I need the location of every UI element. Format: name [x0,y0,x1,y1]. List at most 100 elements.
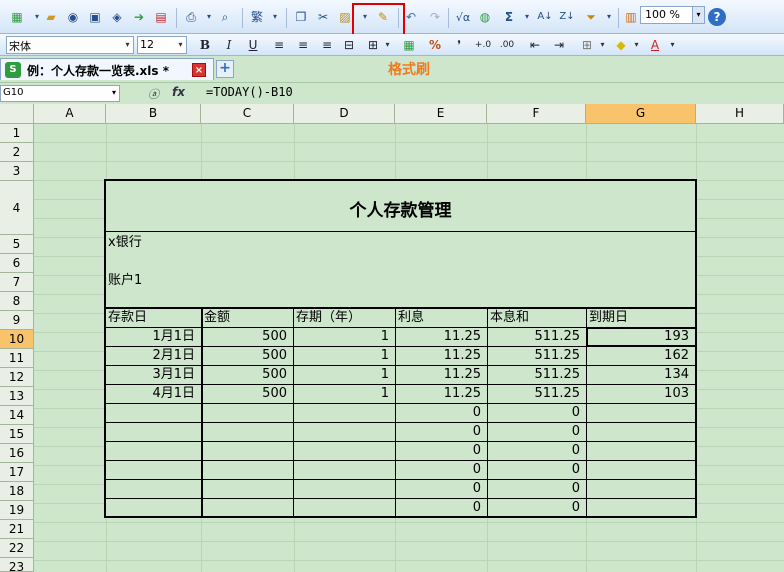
row-header[interactable]: 7 [0,273,34,292]
new-workbook-icon[interactable]: ▦ [8,8,26,26]
zoom-combobox[interactable]: 100 % [640,6,698,24]
column-header-c[interactable]: C [201,104,294,124]
formula-input[interactable]: =TODAY()-B10 [206,85,293,99]
column-header-d[interactable]: D [294,104,395,124]
row-header[interactable]: 10 [0,330,34,349]
column-header-a[interactable]: A [34,104,106,124]
font-name-combobox[interactable]: 宋体 [6,36,134,54]
hyperlink-icon[interactable]: ◍ [476,8,494,26]
comma-style-button[interactable]: ❜ [450,37,468,53]
align-center-icon[interactable]: ≡ [294,37,312,53]
help-icon[interactable]: ? [708,8,726,26]
table-cell[interactable]: 0 [488,423,586,441]
row-header[interactable]: 4 [0,181,34,235]
table-cell[interactable]: 4月1日 [106,385,201,403]
row-header[interactable]: 21 [0,520,34,539]
borders-icon[interactable]: ⊞ [578,37,596,53]
cut-icon[interactable]: ✂ [314,8,332,26]
table-cell[interactable]: 11.25 [396,385,487,403]
row-header[interactable]: 5 [0,235,34,254]
export-pdf-icon[interactable]: ▤ [152,8,170,26]
row-header[interactable]: 6 [0,254,34,273]
table-cell[interactable]: 1月1日 [106,328,201,346]
table-cell[interactable]: 500 [203,385,293,403]
table-cell[interactable]: 1 [294,385,395,403]
currency-icon[interactable]: ▦ [400,37,418,53]
row-header[interactable]: 19 [0,501,34,520]
column-header-b[interactable]: B [106,104,201,124]
increase-decimal-button[interactable]: +.0 [474,37,492,53]
merge-cells-icon[interactable]: ⊟ [340,37,358,53]
table-cell[interactable]: 500 [203,366,293,384]
insert-function-icon[interactable]: √α [454,8,472,26]
save-icon[interactable]: ▣ [86,8,104,26]
zoom-formula-icon[interactable]: ⓐ [148,86,159,102]
chart-icon[interactable]: ▥ [622,8,640,26]
increase-indent-icon[interactable]: ⇥ [550,37,568,53]
print-preview-icon[interactable]: ⌕ [216,8,234,26]
table-cell[interactable]: 0 [488,442,586,460]
table-cell[interactable]: 0 [488,480,586,498]
traditional-dropdown-icon[interactable]: ▾ [266,8,284,26]
traditional-chinese-icon[interactable]: 繁 [248,8,266,26]
underline-button[interactable]: U [244,37,262,53]
select-all-corner[interactable] [0,104,34,124]
wrap-text-icon[interactable]: ⊞ [364,37,382,53]
table-cell[interactable]: 0 [396,480,487,498]
table-cell[interactable]: 134 [587,366,695,384]
row-header[interactable]: 18 [0,482,34,501]
table-cell[interactable]: 0 [488,499,586,517]
font-color-icon[interactable]: A [646,37,664,53]
table-cell[interactable]: 11.25 [396,328,487,346]
table-cell[interactable]: 103 [587,385,695,403]
active-cell-g10[interactable] [586,327,697,347]
row-header[interactable]: 2 [0,143,34,162]
font-color-dropdown-icon[interactable]: ▾ [667,37,678,53]
filter-icon[interactable]: ⏷ [582,8,600,26]
name-box[interactable]: G10 [0,85,120,102]
column-header-f[interactable]: F [487,104,586,124]
row-header[interactable]: 15 [0,425,34,444]
zoom-dropdown-icon[interactable]: ▾ [692,6,705,24]
copy-icon[interactable]: ❐ [292,8,310,26]
table-cell[interactable]: 511.25 [488,328,586,346]
table-cell[interactable]: 0 [396,499,487,517]
sort-ascending-icon[interactable]: A↓ [536,8,554,26]
table-cell[interactable]: 511.25 [488,347,586,365]
fill-dropdown-icon[interactable]: ▾ [631,37,642,53]
table-cell[interactable]: 0 [396,442,487,460]
print-icon[interactable]: ⎙ [182,8,200,26]
save-as-icon[interactable]: ◈ [108,8,126,26]
row-header[interactable]: 11 [0,349,34,368]
document-tab[interactable]: S 例：个人存款一览表.xls * × [0,58,214,80]
row-header[interactable]: 14 [0,406,34,425]
table-cell[interactable]: 1 [294,347,395,365]
borders-dropdown-icon[interactable]: ▾ [597,37,608,53]
table-cell[interactable]: 11.25 [396,347,487,365]
spreadsheet-grid[interactable]: A B C D E F G H 1 2 3 4 5 6 7 8 9 10 11 … [0,104,784,572]
row-header[interactable]: 1 [0,124,34,143]
fill-color-icon[interactable]: ◆ [612,37,630,53]
row-header[interactable]: 3 [0,162,34,181]
table-cell[interactable]: 11.25 [396,366,487,384]
row-header[interactable]: 8 [0,292,34,311]
row-header[interactable]: 17 [0,463,34,482]
open-web-icon[interactable]: ◉ [64,8,82,26]
row-header[interactable]: 12 [0,368,34,387]
table-cell[interactable]: 0 [488,404,586,422]
row-header[interactable]: 13 [0,387,34,406]
row-header[interactable]: 23 [0,558,34,572]
name-box-dropdown-icon[interactable]: ▾ [108,85,120,102]
autosum-icon[interactable]: Σ [500,8,518,26]
autosum-dropdown-icon[interactable]: ▾ [518,8,536,26]
redo-icon[interactable]: ↷ [426,8,444,26]
send-mail-icon[interactable]: ➔ [130,8,148,26]
table-cell[interactable]: 0 [396,404,487,422]
wrap-dropdown-icon[interactable]: ▾ [382,37,393,53]
table-cell[interactable]: 0 [396,423,487,441]
table-cell[interactable]: 162 [587,347,695,365]
table-cell[interactable]: 1 [294,328,395,346]
table-cell[interactable]: 2月1日 [106,347,201,365]
row-header[interactable]: 16 [0,444,34,463]
italic-button[interactable]: I [220,37,238,53]
